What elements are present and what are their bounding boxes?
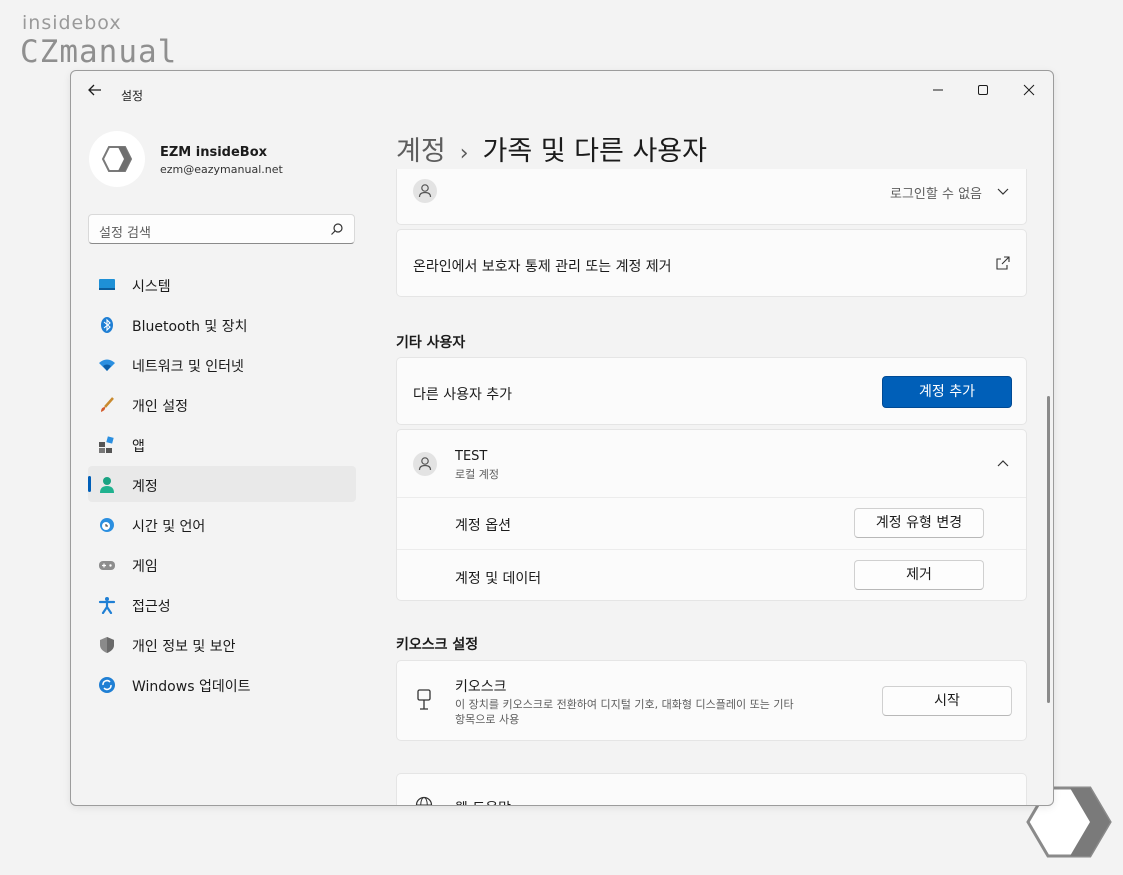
sidebar-item-label: 네트워크 및 인터넷 [132,359,244,375]
window-title: 설정 [121,89,144,103]
update-icon [99,677,115,693]
sidebar-item-apps[interactable]: 앱 [88,426,356,462]
help-card[interactable]: 웹 도움말 [396,773,1027,805]
user-account-type: 로컬 계정 [455,468,499,481]
remove-account-button[interactable]: 제거 [854,560,984,590]
user-email: ezm@eazymanual.net [160,163,283,176]
brush-icon [101,397,114,412]
sidebar-item-bluetooth[interactable]: Bluetooth 및 장치 [88,306,356,342]
sidebar-item-label: 시스템 [132,279,171,295]
person-icon [413,452,437,476]
chevron-up-icon[interactable] [996,457,1010,471]
minimize-icon[interactable] [928,80,948,100]
sidebar-item-privacy[interactable]: 개인 정보 및 보안 [88,626,356,662]
apps-icon [99,436,114,453]
close-icon[interactable] [1019,80,1039,100]
member-status: 로그인할 수 없음 [890,187,982,202]
profile-logo-icon [101,146,133,172]
bluetooth-icon [101,317,113,333]
sidebar-item-windows-update[interactable]: Windows 업데이트 [88,666,356,702]
account-options-row: 계정 옵션 계정 유형 변경 [397,498,1026,550]
settings-window: 설정 EZM insideBox ezm@eazymanual.net 설정 검… [70,70,1054,806]
accessibility-icon [98,597,116,614]
kiosk-icon [417,689,431,710]
sidebar-item-label: 시간 및 언어 [132,519,206,535]
help-label: 웹 도움말 [455,798,511,805]
sidebar-item-system[interactable]: 시스템 [88,266,356,302]
sidebar-item-label: Bluetooth 및 장치 [132,319,248,335]
change-account-type-button[interactable]: 계정 유형 변경 [854,508,984,538]
sidebar-item-gaming[interactable]: 게임 [88,546,356,582]
account-icon [100,477,114,493]
clock-globe-icon [100,518,114,532]
maximize-icon[interactable] [973,80,993,100]
globe-icon [415,796,433,805]
sidebar-item-label: 접근성 [132,599,171,615]
sidebar-item-label: 앱 [132,439,145,455]
search-icon[interactable] [330,222,344,236]
sidebar-item-label: 계정 [132,479,158,495]
search-input[interactable]: 설정 검색 [88,214,355,244]
kiosk-description-line2: 항목으로 사용 [455,713,520,726]
kiosk-heading: 키오스크 설정 [396,637,479,653]
account-options-label: 계정 옵션 [455,518,511,534]
sidebar-item-time-language[interactable]: 시간 및 언어 [88,506,356,542]
active-indicator [88,476,91,492]
sidebar-item-personalization[interactable]: 개인 설정 [88,386,356,422]
user-card-header[interactable]: TEST 로컬 계정 [397,430,1026,498]
manage-online-link[interactable]: 온라인에서 보호자 통제 관리 또는 계정 제거 [396,229,1027,297]
account-data-row: 계정 및 데이터 제거 [397,550,1026,601]
breadcrumb-parent[interactable]: 계정 [396,136,446,167]
kiosk-name: 키오스크 [455,679,507,695]
add-account-button[interactable]: 계정 추가 [882,376,1012,408]
sidebar-item-accessibility[interactable]: 접근성 [88,586,356,622]
sidebar-nav: 시스템 Bluetooth 및 장치 네트워크 및 인터넷 개인 설정 앱 계정… [88,266,356,706]
other-users-heading: 기타 사용자 [396,335,466,351]
user-name-test: TEST [455,449,488,464]
wifi-icon [99,359,115,371]
watermark-text-top: insidebox [22,12,122,34]
shield-icon [100,637,114,653]
watermark-text-bottom: CZmanual [20,34,178,70]
sidebar-item-label: 게임 [132,559,158,575]
kiosk-start-button[interactable]: 시작 [882,686,1012,716]
breadcrumb-separator: › [459,141,469,166]
breadcrumb: 계정 › 가족 및 다른 사용자 [396,129,707,168]
page-title: 가족 및 다른 사용자 [482,136,707,167]
back-arrow-icon[interactable] [85,80,105,100]
manage-online-label: 온라인에서 보호자 통제 관리 또는 계정 제거 [413,259,672,275]
search-placeholder: 설정 검색 [99,226,151,241]
sidebar-item-label: 개인 정보 및 보안 [132,639,236,655]
title-bar: 설정 [71,71,1053,107]
system-icon [99,279,115,290]
gamepad-icon [99,561,115,570]
avatar[interactable] [89,131,145,187]
sidebar-item-label: Windows 업데이트 [132,679,251,695]
kiosk-description-line1: 이 장치를 키오스크로 전환하여 디지털 기호, 대화형 디스플레이 또는 기타 [455,698,794,711]
user-name: EZM insideBox [160,145,268,160]
add-user-label: 다른 사용자 추가 [413,387,513,403]
user-card-test: TEST 로컬 계정 계정 옵션 계정 유형 변경 계정 및 데이터 제거 [396,429,1027,601]
external-link-icon [996,256,1010,270]
chevron-down-icon[interactable] [996,184,1010,198]
person-icon [413,179,437,203]
scrollbar[interactable] [1047,396,1050,703]
kiosk-card: 키오스크 이 장치를 키오스크로 전환하여 디지털 기호, 대화형 디스플레이 … [396,660,1027,741]
sidebar-item-accounts[interactable]: 계정 [88,466,356,502]
family-member-card[interactable]: 로그인할 수 없음 [396,169,1027,225]
add-user-card: 다른 사용자 추가 계정 추가 [396,357,1027,425]
sidebar-item-label: 개인 설정 [132,399,188,415]
account-data-label: 계정 및 데이터 [455,571,542,587]
sidebar-item-network[interactable]: 네트워크 및 인터넷 [88,346,356,382]
